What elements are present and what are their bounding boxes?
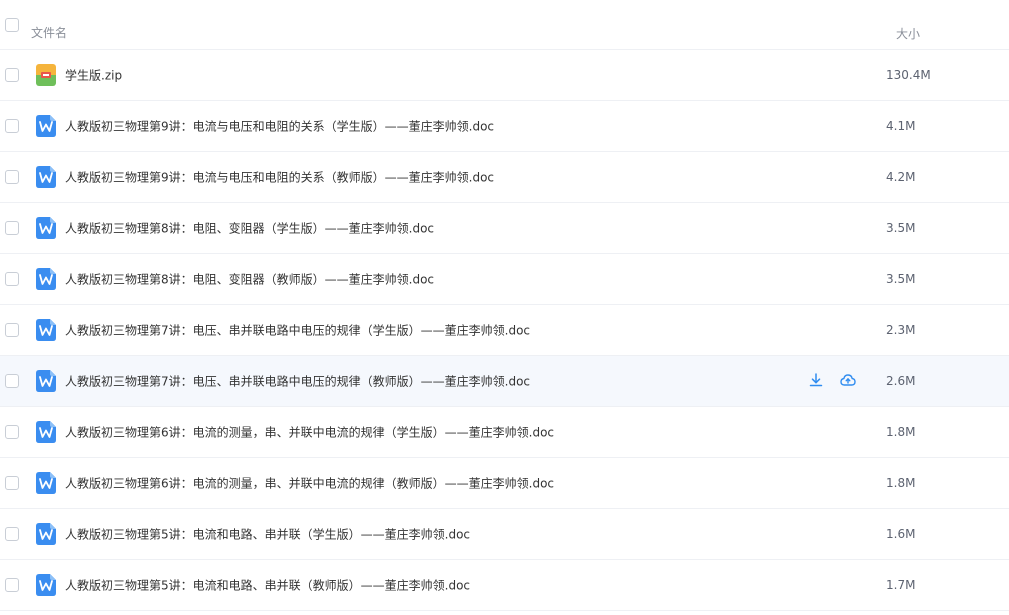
- word-doc-icon: [36, 370, 56, 392]
- row-checkbox[interactable]: [5, 170, 19, 184]
- file-name[interactable]: 人教版初三物理第7讲：电压、串并联电路中电压的规律（学生版）——董庄李帅领.do…: [65, 322, 530, 339]
- word-doc-icon: [36, 574, 56, 596]
- word-doc-icon: [36, 472, 56, 494]
- row-checkbox[interactable]: [5, 527, 19, 541]
- file-row[interactable]: 人教版初三物理第5讲：电流和电路、串并联（学生版）——董庄李帅领.doc 1.6…: [0, 509, 1009, 560]
- file-size: 3.5M: [886, 272, 916, 286]
- file-name[interactable]: 人教版初三物理第6讲：电流的测量，串、并联中电流的规律（教师版）——董庄李帅领.…: [65, 475, 554, 492]
- file-size: 4.1M: [886, 119, 916, 133]
- file-name[interactable]: 人教版初三物理第5讲：电流和电路、串并联（学生版）——董庄李帅领.doc: [65, 526, 470, 543]
- file-name[interactable]: 人教版初三物理第8讲：电阻、变阻器（学生版）——董庄李帅领.doc: [65, 220, 434, 237]
- file-size: 2.3M: [886, 323, 916, 337]
- file-row[interactable]: 人教版初三物理第7讲：电压、串并联电路中电压的规律（学生版）——董庄李帅领.do…: [0, 305, 1009, 356]
- file-name[interactable]: 学生版.zip: [65, 67, 122, 84]
- file-name[interactable]: 人教版初三物理第5讲：电流和电路、串并联（教师版）——董庄李帅领.doc: [65, 577, 470, 594]
- select-all-checkbox[interactable]: [5, 17, 19, 32]
- file-size: 1.6M: [886, 527, 916, 541]
- file-row[interactable]: 人教版初三物理第7讲：电压、串并联电路中电压的规律（教师版）——董庄李帅领.do…: [0, 356, 1009, 407]
- file-size: 130.4M: [886, 68, 931, 82]
- row-checkbox[interactable]: [5, 323, 19, 337]
- file-name[interactable]: 人教版初三物理第8讲：电阻、变阻器（教师版）——董庄李帅领.doc: [65, 271, 434, 288]
- word-doc-icon: [36, 523, 56, 545]
- row-checkbox[interactable]: [5, 425, 19, 439]
- column-header-name[interactable]: 文件名: [31, 24, 67, 41]
- file-size: 4.2M: [886, 170, 916, 184]
- file-row[interactable]: 人教版初三物理第8讲：电阻、变阻器（学生版）——董庄李帅领.doc 3.5M: [0, 203, 1009, 254]
- file-row[interactable]: 人教版初三物理第9讲：电流与电压和电阻的关系（教师版）——董庄李帅领.doc 4…: [0, 152, 1009, 203]
- file-name[interactable]: 人教版初三物理第6讲：电流的测量，串、并联中电流的规律（学生版）——董庄李帅领.…: [65, 424, 554, 441]
- file-row[interactable]: 人教版初三物理第6讲：电流的测量，串、并联中电流的规律（学生版）——董庄李帅领.…: [0, 407, 1009, 458]
- file-size: 3.5M: [886, 221, 916, 235]
- file-size: 2.6M: [886, 374, 916, 388]
- file-size: 1.7M: [886, 578, 916, 592]
- file-list: 文件名 大小 学生版.zip 130.4M 人教版初三物理第9讲：电流与电压和电…: [0, 0, 1009, 615]
- row-checkbox[interactable]: [5, 221, 19, 235]
- word-doc-icon: [36, 217, 56, 239]
- word-doc-icon: [36, 115, 56, 137]
- row-checkbox[interactable]: [5, 119, 19, 133]
- file-row[interactable]: 学生版.zip 130.4M: [0, 50, 1009, 101]
- zip-icon: [36, 64, 56, 86]
- file-row[interactable]: 人教版初三物理第9讲：电流与电压和电阻的关系（学生版）——董庄李帅领.doc 4…: [0, 101, 1009, 152]
- cloud-upload-icon[interactable]: [840, 372, 856, 388]
- file-size: 1.8M: [886, 425, 916, 439]
- column-header-size[interactable]: 大小: [896, 25, 920, 42]
- word-doc-icon: [36, 319, 56, 341]
- file-name[interactable]: 人教版初三物理第9讲：电流与电压和电阻的关系（学生版）——董庄李帅领.doc: [65, 118, 494, 135]
- file-list-header: 文件名 大小: [0, 0, 1009, 50]
- row-checkbox[interactable]: [5, 374, 19, 388]
- file-size: 1.8M: [886, 476, 916, 490]
- word-doc-icon: [36, 421, 56, 443]
- file-row[interactable]: 人教版初三物理第8讲：电阻、变阻器（教师版）——董庄李帅领.doc 3.5M: [0, 254, 1009, 305]
- file-row[interactable]: 人教版初三物理第5讲：电流和电路、串并联（教师版）——董庄李帅领.doc 1.7…: [0, 560, 1009, 611]
- download-icon[interactable]: [808, 372, 824, 388]
- word-doc-icon: [36, 268, 56, 290]
- row-checkbox[interactable]: [5, 476, 19, 490]
- row-checkbox[interactable]: [5, 272, 19, 286]
- word-doc-icon: [36, 166, 56, 188]
- file-name[interactable]: 人教版初三物理第9讲：电流与电压和电阻的关系（教师版）——董庄李帅领.doc: [65, 169, 494, 186]
- row-checkbox[interactable]: [5, 68, 19, 82]
- row-checkbox[interactable]: [5, 578, 19, 592]
- file-row[interactable]: 人教版初三物理第6讲：电流的测量，串、并联中电流的规律（教师版）——董庄李帅领.…: [0, 458, 1009, 509]
- file-name[interactable]: 人教版初三物理第7讲：电压、串并联电路中电压的规律（教师版）——董庄李帅领.do…: [65, 373, 530, 390]
